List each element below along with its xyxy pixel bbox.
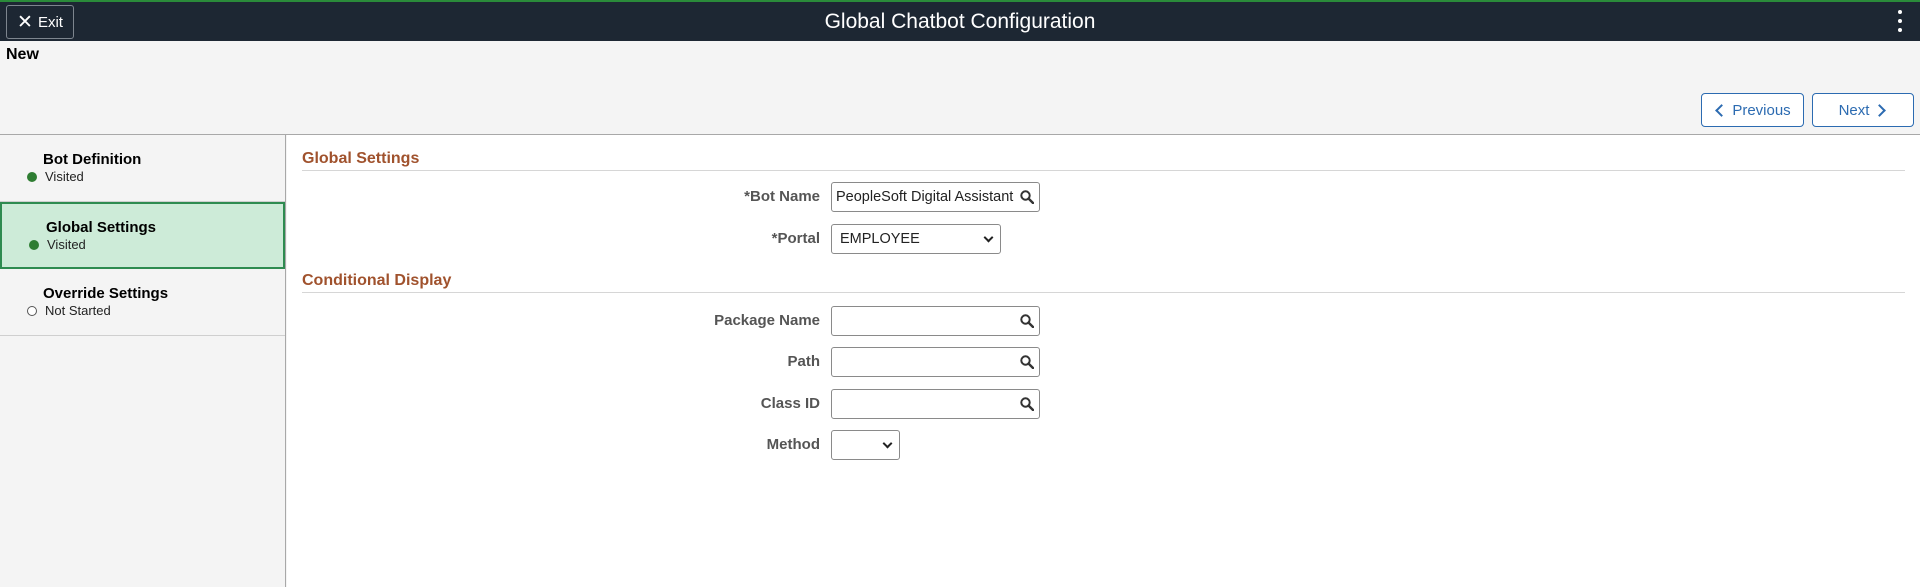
package-name-input[interactable] [831,306,1040,336]
section-divider [302,170,1905,171]
visited-status-icon [29,240,39,250]
method-label: Method [766,436,820,453]
step-bot-definition[interactable]: Bot Definition Visited [0,135,285,202]
step-title: Global Settings [46,219,157,236]
close-icon: ✕ [17,11,33,33]
section-title-global-settings: Global Settings [302,150,420,167]
bot-name-input[interactable]: PeopleSoft Digital Assistant [831,182,1040,212]
path-label: Path [787,353,820,370]
bot-name-label-text: Bot Name [749,188,820,205]
page-status: New [6,46,39,63]
section-divider [302,292,1905,293]
actions-menu-icon[interactable] [1896,10,1904,32]
bot-name-value: PeopleSoft Digital Assistant [836,189,1014,205]
search-icon[interactable] [1020,190,1034,204]
chevron-right-icon [1873,103,1887,117]
portal-select[interactable]: EMPLOYEE [831,224,1001,254]
step-status: Visited [45,169,84,184]
class-id-input[interactable] [831,389,1040,419]
chevron-down-icon [983,232,994,243]
previous-label: Previous [1732,101,1791,119]
portal-value: EMPLOYEE [840,231,920,247]
exit-button[interactable]: ✕ Exit [6,5,74,39]
search-icon[interactable] [1020,314,1034,328]
step-title: Override Settings [43,285,169,302]
class-id-label: Class ID [760,395,820,412]
exit-label: Exit [37,13,63,31]
page-title: Global Chatbot Configuration [824,10,1096,33]
main-content: Global Settings *Bot Name PeopleSoft Dig… [287,135,1920,587]
step-title: Bot Definition [43,151,142,168]
portal-label: *Portal [620,230,820,247]
portal-label-text: Portal [777,230,820,247]
step-global-settings[interactable]: Global Settings Visited [0,202,285,269]
search-icon[interactable] [1020,397,1034,411]
previous-button[interactable]: Previous [1701,93,1804,127]
step-status: Not Started [45,303,111,318]
step-status: Visited [47,237,86,252]
next-label: Next [1838,101,1870,119]
step-override-settings[interactable]: Override Settings Not Started [0,269,285,336]
top-banner: Global Chatbot Configuration ✕ Exit [0,0,1920,41]
step-sidebar: Bot Definition Visited Global Settings V… [0,135,286,587]
package-name-label: Package Name [714,312,820,329]
visited-status-icon [27,172,37,182]
not-started-status-icon [27,306,37,316]
path-input[interactable] [831,347,1040,377]
chevron-left-icon [1715,103,1729,117]
method-select[interactable] [831,430,900,460]
search-icon[interactable] [1020,355,1034,369]
section-title-conditional-display: Conditional Display [302,272,452,289]
chevron-down-icon [882,438,893,449]
next-button[interactable]: Next [1812,93,1914,127]
bot-name-label: *Bot Name [620,188,820,205]
